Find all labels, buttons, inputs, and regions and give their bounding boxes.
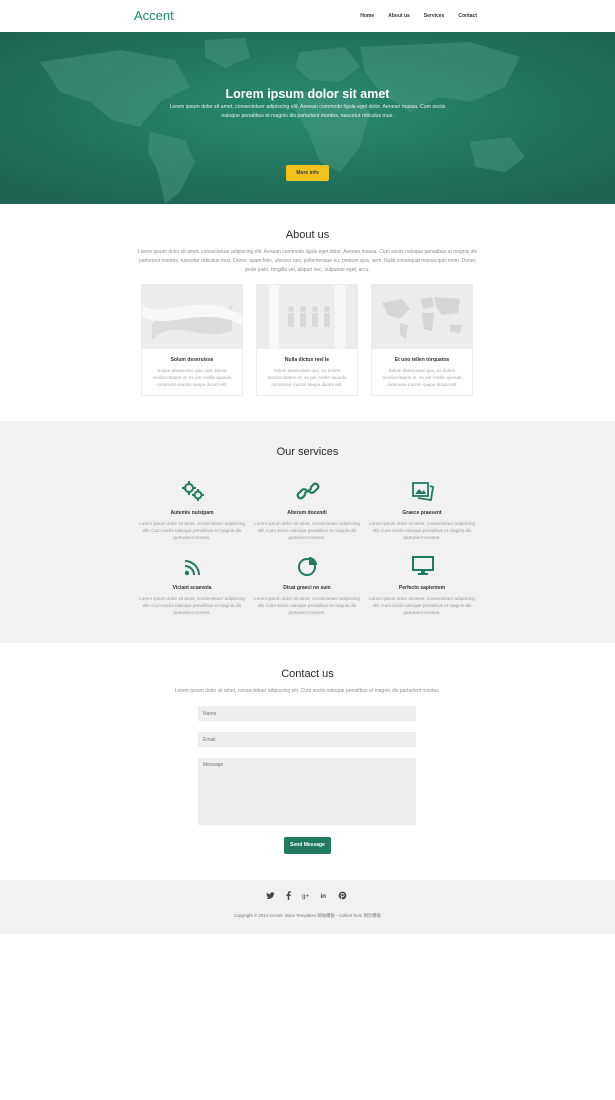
- card-text: Solum deseruisse quo, ex dolore mediocri…: [382, 368, 462, 387]
- card-image-abstract: [142, 285, 242, 349]
- service-text: Lorem ipsum dolor sit amet, consectetuer…: [139, 596, 245, 615]
- service-title: Viciant scaevola: [172, 585, 212, 591]
- card-image-map: [372, 285, 472, 349]
- service-text: Lorem ipsum dolor sit amet, consectetuer…: [254, 596, 360, 615]
- send-message-button[interactable]: Send Message: [284, 837, 331, 854]
- chain-link-icon: [296, 482, 320, 500]
- nav-services[interactable]: Services: [424, 13, 445, 19]
- service-title: Perfecto sapientem: [398, 585, 446, 591]
- svg-text:g+: g+: [302, 893, 310, 900]
- service-text: Lorem ipsum dolor sit amet, consectetuer…: [139, 521, 245, 540]
- site-header: Accent Home About us Services Contact: [0, 0, 615, 32]
- social-links: g+ in: [266, 891, 347, 900]
- photos-icon: [412, 482, 435, 502]
- contact-text: Lorem ipsum dolor sit amet, consectetuer…: [174, 688, 441, 694]
- site-logo[interactable]: Accent: [134, 8, 174, 23]
- site-footer: g+ in Copyright © 2014 Accent. More Temp…: [0, 880, 615, 934]
- card-image-figures: [257, 285, 357, 349]
- copyright-text: Copyright © 2014 Accent. More Templates …: [233, 913, 382, 918]
- message-field[interactable]: [198, 758, 416, 825]
- main-nav: Home About us Services Contact: [360, 13, 477, 19]
- service-text: Lorem ipsum dolor sit amet, consectetuer…: [369, 596, 475, 615]
- about-card[interactable]: Nulla dictus reel le Solum deseruisse qu…: [256, 284, 358, 396]
- service-title: Graece praesent: [402, 510, 442, 516]
- pie-chart-icon: [298, 557, 317, 576]
- pinterest-icon[interactable]: [338, 891, 347, 900]
- email-field[interactable]: [198, 732, 416, 747]
- services-title: Our services: [276, 446, 339, 458]
- nav-home[interactable]: Home: [360, 13, 374, 19]
- service-title: Alterum docendi: [287, 510, 327, 516]
- hero-banner: Lorem ipsum dolor sit amet Lorem ipsum d…: [0, 32, 615, 204]
- nav-about[interactable]: About us: [388, 13, 410, 19]
- svg-text:in: in: [320, 893, 326, 900]
- service-title: Dicat graeci no sum: [283, 585, 331, 591]
- hero-text: Lorem ipsum dolor sit amet, consectetuer…: [169, 104, 446, 119]
- nav-contact[interactable]: Contact: [458, 13, 477, 19]
- more-info-button[interactable]: More info: [286, 165, 329, 181]
- hero-title: Lorem ipsum dolor sit amet: [225, 87, 390, 101]
- service-text: Lorem ipsum dolor sit amet, consectetuer…: [254, 521, 360, 540]
- gears-icon: [182, 481, 204, 501]
- twitter-icon[interactable]: [266, 891, 275, 900]
- about-text: Lorem ipsum dolor sit amet, consectetuer…: [137, 249, 478, 273]
- card-text: Solum deseruisse quo, ans dolore mediocr…: [152, 368, 232, 387]
- contact-title: Contact us: [281, 668, 334, 680]
- wifi-signal-icon: [184, 560, 200, 576]
- card-title: Solum deseruisse: [170, 357, 214, 363]
- monitor-icon: [412, 556, 434, 575]
- service-text: Lorem ipsum dolor sit amet, consectetuer…: [369, 521, 475, 540]
- linkedin-icon[interactable]: in: [320, 891, 329, 900]
- service-title: Autemis nuisipam: [170, 510, 214, 516]
- card-title: Et uno tellen torquatos: [394, 357, 450, 363]
- google-plus-icon[interactable]: g+: [302, 891, 311, 900]
- card-title: Nulla dictus reel le: [284, 357, 330, 363]
- facebook-icon[interactable]: [284, 891, 293, 900]
- about-card[interactable]: Et uno tellen torquatos Solum deseruisse…: [371, 284, 473, 396]
- name-field[interactable]: [198, 706, 416, 721]
- services-section: Our services Autemis nuisipam Lorem ipsu…: [0, 421, 615, 643]
- about-title: About us: [285, 229, 330, 241]
- card-text: Solum deseruisse quo, ex dolore mediocri…: [267, 368, 347, 387]
- about-card[interactable]: Solum deseruisse Solum deseruisse quo, a…: [141, 284, 243, 396]
